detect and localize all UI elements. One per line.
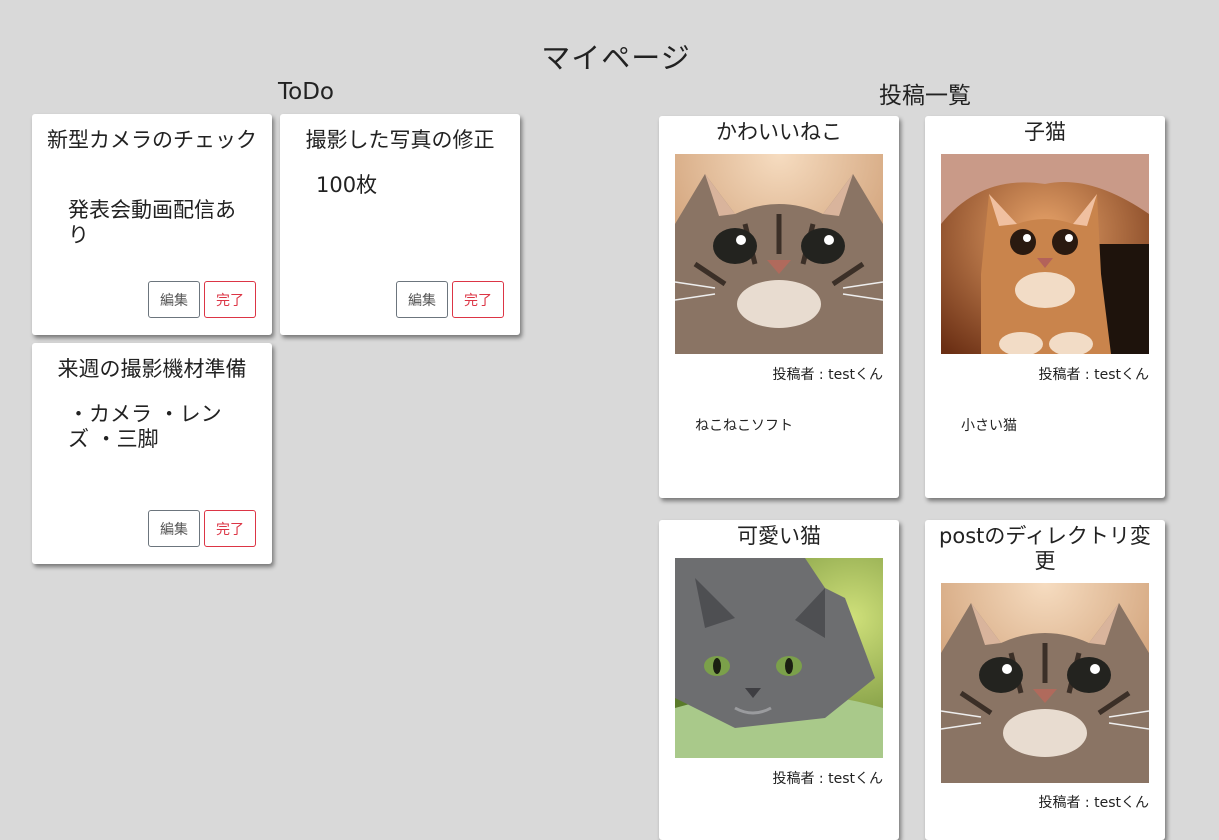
gray-cat-photo[interactable] (675, 558, 883, 758)
post-card: 子猫 投稿者 : testくん 小さい猫 (925, 116, 1165, 498)
post-card: postのディレクトリ変更 投稿者 : testくん (925, 520, 1165, 840)
post-author: 投稿者 : testくん (1038, 795, 1149, 811)
page-title: マイページ (541, 41, 691, 76)
post-text: ねこねこソフト (695, 418, 793, 434)
post-author: 投稿者 : testくん (1038, 367, 1149, 383)
todo-body: ・カメラ ・レンズ ・三脚 (68, 402, 222, 451)
todo-title: 撮影した写真の修正 (305, 128, 495, 152)
posts-heading: 投稿一覧 (879, 83, 971, 109)
todo-body: 発表会動画配信あり (68, 198, 236, 247)
todo-title: 新型カメラのチェック (47, 128, 257, 152)
post-title: postのディレクトリ変更 (939, 524, 1151, 573)
edit-button[interactable]: 編集 (396, 281, 448, 318)
post-title: かわいいねこ (716, 120, 842, 144)
tabby-cat-photo[interactable] (675, 154, 883, 354)
todo-card: 新型カメラのチェック 発表会動画配信あり 編集 完了 (32, 114, 272, 335)
done-button[interactable]: 完了 (452, 281, 504, 318)
edit-button[interactable]: 編集 (148, 510, 200, 547)
done-button[interactable]: 完了 (204, 281, 256, 318)
post-card: 可愛い猫 投稿者 : testくん (659, 520, 899, 840)
post-title: 可愛い猫 (737, 524, 821, 548)
todo-card: 来週の撮影機材準備 ・カメラ ・レンズ ・三脚 編集 完了 (32, 343, 272, 564)
done-button[interactable]: 完了 (204, 510, 256, 547)
post-author: 投稿者 : testくん (772, 367, 883, 383)
todo-heading: ToDo (278, 79, 334, 105)
post-card: かわいいねこ 投稿者 : testくん ねこねこソフト (659, 116, 899, 498)
kitten-photo[interactable] (941, 154, 1149, 354)
todo-title: 来週の撮影機材準備 (57, 357, 247, 381)
post-text: 小さい猫 (961, 418, 1017, 434)
todo-body: 100枚 (316, 173, 378, 197)
post-title: 子猫 (1024, 120, 1066, 144)
todo-card: 撮影した写真の修正 100枚 編集 完了 (280, 114, 520, 335)
edit-button[interactable]: 編集 (148, 281, 200, 318)
post-author: 投稿者 : testくん (772, 771, 883, 787)
tabby-cat-photo[interactable] (941, 583, 1149, 783)
